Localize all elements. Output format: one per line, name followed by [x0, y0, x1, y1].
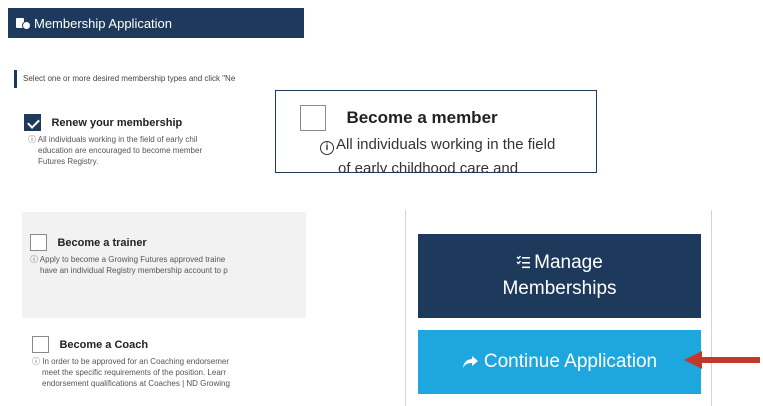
renew-desc-line2: education are encouraged to become membe… — [38, 146, 203, 155]
option-coach: Become a Coach ⓘ In order to be approved… — [24, 336, 306, 406]
option-trainer: Become a trainer ⓘ Apply to become a Gro… — [22, 212, 306, 318]
become-member-title: Become a member — [346, 108, 498, 127]
coach-checkbox[interactable] — [32, 336, 49, 354]
info-icon: i — [320, 141, 334, 155]
membership-card-icon — [16, 17, 31, 30]
become-member-checkbox[interactable] — [300, 105, 326, 131]
manage-label-line1: Manage — [534, 252, 603, 273]
coach-desc-line2: meet the specific requirements of the po… — [42, 368, 227, 377]
list-check-icon — [516, 255, 531, 269]
trainer-desc-line2: have an individual Registry membership a… — [40, 266, 228, 275]
renew-desc-line3: Futures Registry. — [38, 157, 99, 166]
become-member-desc-line2: of early childhood care and — [338, 160, 519, 173]
manage-label-line2: Memberships — [502, 278, 617, 299]
actions-panel: Manage Memberships Continue Application — [405, 210, 712, 406]
continue-label: Continue Application — [483, 351, 658, 372]
become-member-desc-line1: i All individuals working in the field — [320, 135, 596, 155]
renew-checkbox[interactable] — [24, 114, 41, 132]
instruction-text: Select one or more desired membership ty… — [14, 70, 304, 88]
continue-application-button[interactable]: Continue Application — [418, 330, 701, 394]
trainer-checkbox[interactable] — [30, 234, 47, 252]
trainer-title: Become a trainer — [57, 236, 147, 249]
trainer-desc-line1: ⓘ Apply to become a Growing Futures appr… — [30, 255, 226, 264]
option-renew: Renew your membership ⓘ All individuals … — [24, 114, 306, 194]
application-header: Membership Application — [8, 8, 304, 38]
coach-desc-line3: endorsement qualifications at Coaches | … — [42, 379, 230, 388]
become-member-callout: Become a member i All individuals working… — [275, 90, 597, 173]
coach-title: Become a Coach — [59, 338, 149, 351]
renew-desc-line1: ⓘ All individuals working in the field o… — [28, 135, 198, 144]
pointer-arrow-icon — [684, 351, 760, 369]
manage-memberships-button[interactable]: Manage Memberships — [418, 234, 701, 318]
coach-desc-line1: ⓘ In order to be approved for an Coachin… — [32, 357, 230, 366]
renew-title: Renew your membership — [51, 116, 183, 129]
header-title: Membership Application — [34, 15, 173, 31]
share-arrow-icon — [462, 356, 478, 368]
